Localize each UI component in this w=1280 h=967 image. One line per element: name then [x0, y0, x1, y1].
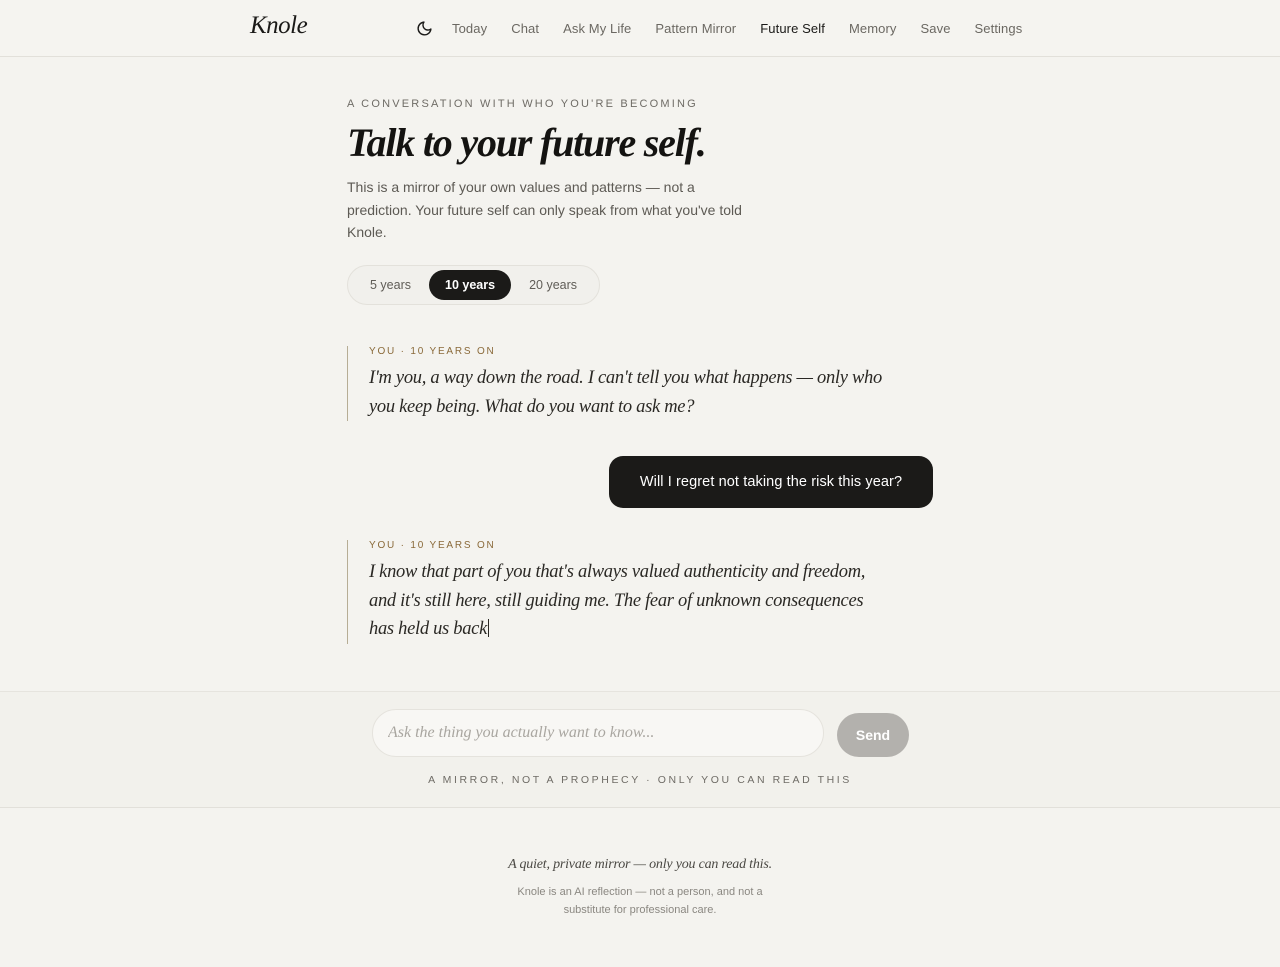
top-bar: Knole Today Chat Ask My Life Pattern Mir… — [0, 0, 1280, 57]
nav-item-future-self[interactable]: Future Self — [760, 21, 825, 36]
nav-item-settings[interactable]: Settings — [975, 21, 1023, 36]
footer-tagline: A quiet, private mirror — only you can r… — [508, 857, 772, 872]
message-speaker-label: You · 10 years on — [369, 540, 496, 551]
nav-item-save[interactable]: Save — [921, 21, 951, 36]
horizon-selector: 5 years 10 years 20 years — [347, 264, 601, 305]
streaming-text: I know that part of you that's always va… — [369, 562, 866, 639]
horizon-10-years[interactable]: 10 years — [429, 269, 512, 300]
future-self-message-streaming: You · 10 years on I know that part of yo… — [347, 540, 889, 644]
page-intro: This is a mirror of your own values and … — [347, 179, 742, 240]
footer-disclaimer: Knole is an AI reflection — not a person… — [517, 886, 763, 916]
message-composer: Send A mirror, not a prophecy · Only you… — [0, 691, 1280, 808]
page-eyebrow: A conversation with who you're becoming — [347, 98, 698, 110]
nav-item-chat[interactable]: Chat — [511, 21, 539, 36]
theme-toggle-button[interactable] — [414, 18, 434, 38]
brand-logo[interactable]: Knole — [250, 12, 308, 40]
nav-item-memory[interactable]: Memory — [849, 21, 897, 36]
nav-item-today[interactable]: Today — [452, 21, 487, 36]
future-self-intro: A conversation with who you're becoming … — [347, 98, 937, 305]
message-text: I'm you, a way down the road. I can't te… — [369, 368, 882, 417]
page-footer: A quiet, private mirror — only you can r… — [0, 857, 1280, 919]
nav-item-ask-my-life[interactable]: Ask My Life — [563, 21, 631, 36]
page-title: Talk to your future self. — [347, 120, 707, 165]
send-button[interactable]: Send — [837, 713, 909, 757]
horizon-5-years[interactable]: 5 years — [352, 270, 429, 300]
nav-item-pattern-mirror[interactable]: Pattern Mirror — [655, 21, 736, 36]
future-self-message: You · 10 years on I'm you, a way down th… — [347, 346, 889, 421]
horizon-20-years[interactable]: 20 years — [511, 270, 595, 300]
user-message: Will I regret not taking the risk this y… — [609, 456, 933, 508]
ask-input[interactable] — [372, 709, 824, 757]
typing-caret — [488, 619, 489, 637]
moon-icon — [417, 20, 432, 35]
message-speaker-label: You · 10 years on — [369, 346, 496, 357]
main-nav: Today Chat Ask My Life Pattern Mirror Fu… — [414, 0, 1046, 56]
message-text: I know that part of you that's always va… — [369, 558, 889, 644]
privacy-note: A mirror, not a prophecy · Only you can … — [428, 774, 852, 786]
